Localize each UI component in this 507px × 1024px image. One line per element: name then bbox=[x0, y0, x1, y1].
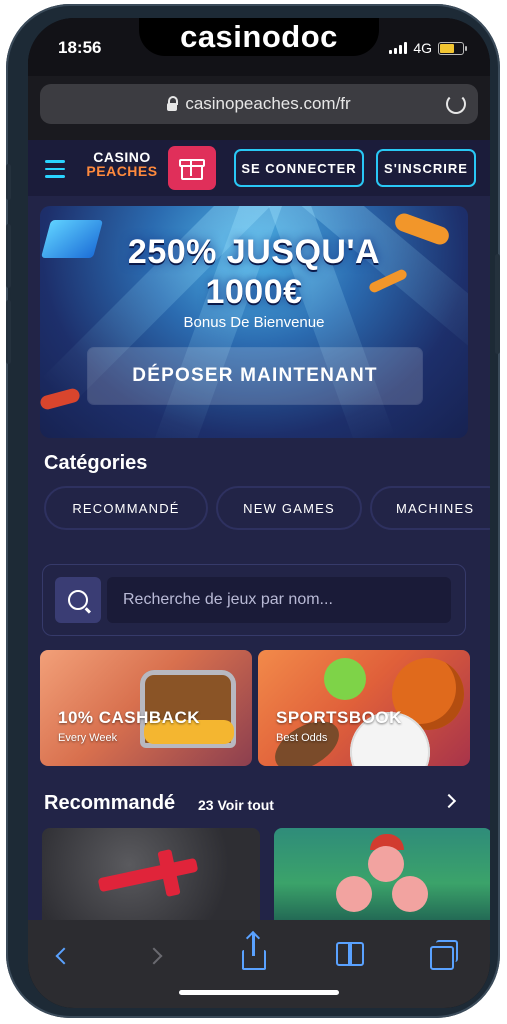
cashback-subtitle: Every Week bbox=[58, 732, 118, 744]
cashback-card[interactable]: 10% CASHBACK Every Week bbox=[40, 650, 252, 766]
search-input[interactable] bbox=[107, 577, 451, 623]
signup-button[interactable]: S'INSCRIRE bbox=[376, 149, 476, 187]
search-icon bbox=[68, 590, 88, 610]
status-bar: 18:56 casinodoc 4G bbox=[28, 18, 490, 76]
volume-down-button bbox=[6, 300, 11, 364]
notch-watermark: casinodoc bbox=[139, 18, 379, 56]
categories-title: Catégories bbox=[44, 452, 148, 474]
recommended-title: Recommandé bbox=[44, 792, 176, 814]
home-indicator[interactable] bbox=[179, 990, 339, 995]
browser-address-area: casinopeaches.com/fr bbox=[28, 76, 490, 140]
status-indicators: 4G bbox=[389, 40, 467, 56]
gift-button[interactable] bbox=[168, 146, 216, 190]
sportsbook-subtitle: Best Odds bbox=[276, 732, 328, 744]
chevron-right-icon[interactable] bbox=[441, 793, 457, 809]
site-content: CASINO PEACHES SE CONNECTER S'INSCRIRE 2… bbox=[28, 140, 490, 920]
tennis-ball-image bbox=[324, 658, 366, 700]
cashback-title: 10% CASHBACK bbox=[58, 708, 201, 727]
screen: 18:56 casinodoc 4G casinopeaches.com/fr bbox=[28, 18, 490, 1008]
mute-switch bbox=[6, 164, 11, 200]
site-header: CASINO PEACHES SE CONNECTER S'INSCRIRE bbox=[28, 140, 490, 196]
reload-icon[interactable] bbox=[446, 94, 466, 114]
forward-icon[interactable] bbox=[145, 947, 163, 965]
address-bar[interactable]: casinopeaches.com/fr bbox=[40, 84, 478, 124]
network-label: 4G bbox=[413, 40, 432, 56]
logo-line1: CASINO bbox=[93, 149, 151, 165]
back-icon[interactable] bbox=[55, 947, 73, 965]
sportsbook-card[interactable]: SPORTSBOOK Best Odds bbox=[258, 650, 470, 766]
power-button bbox=[495, 254, 500, 354]
gift-icon bbox=[179, 158, 205, 180]
menu-icon[interactable] bbox=[38, 152, 72, 186]
tabs-icon[interactable] bbox=[430, 940, 458, 970]
ribbon-decoration bbox=[40, 387, 82, 411]
category-pill-machines[interactable]: MACHINES bbox=[370, 486, 490, 530]
url-text: casinopeaches.com/fr bbox=[185, 94, 351, 113]
game-tile-aviator[interactable] bbox=[42, 828, 260, 920]
sportsbook-title: SPORTSBOOK bbox=[276, 708, 402, 727]
share-icon[interactable] bbox=[242, 934, 266, 970]
pig-character-image bbox=[336, 876, 372, 912]
promo-title-line2: 1000€ bbox=[205, 273, 303, 311]
signal-icon bbox=[389, 42, 408, 54]
pig-character-image bbox=[392, 876, 428, 912]
volume-up-button bbox=[6, 224, 11, 288]
watermark-logo: casinodoc bbox=[180, 19, 338, 54]
lock-icon bbox=[167, 96, 179, 111]
deposit-now-button[interactable]: DÉPOSER MAINTENANT bbox=[88, 348, 422, 404]
game-search bbox=[42, 564, 466, 636]
phone-frame: 18:56 casinodoc 4G casinopeaches.com/fr bbox=[6, 4, 500, 1018]
bookmarks-icon[interactable] bbox=[336, 942, 364, 966]
category-pill-recommande[interactable]: RECOMMANDÉ bbox=[44, 486, 208, 530]
site-logo[interactable]: CASINO PEACHES bbox=[86, 150, 158, 186]
clock: 18:56 bbox=[58, 38, 102, 57]
promo-title-line1: 250% JUSQU'A bbox=[127, 233, 381, 271]
pig-character-image bbox=[368, 846, 404, 882]
promo-subtitle: Bonus De Bienvenue bbox=[183, 314, 325, 331]
view-all-link[interactable]: 23 Voir tout bbox=[198, 797, 274, 813]
login-button[interactable]: SE CONNECTER bbox=[234, 149, 364, 187]
game-tile-pigs[interactable] bbox=[274, 828, 490, 920]
plane-image bbox=[97, 857, 199, 893]
search-button[interactable] bbox=[55, 577, 101, 623]
welcome-bonus-banner[interactable]: 250% JUSQU'A 1000€ Bonus De Bienvenue DÉ… bbox=[40, 206, 468, 438]
category-pill-new-games[interactable]: NEW GAMES bbox=[216, 486, 362, 530]
logo-line2: PEACHES bbox=[86, 163, 158, 179]
battery-icon bbox=[438, 41, 467, 55]
